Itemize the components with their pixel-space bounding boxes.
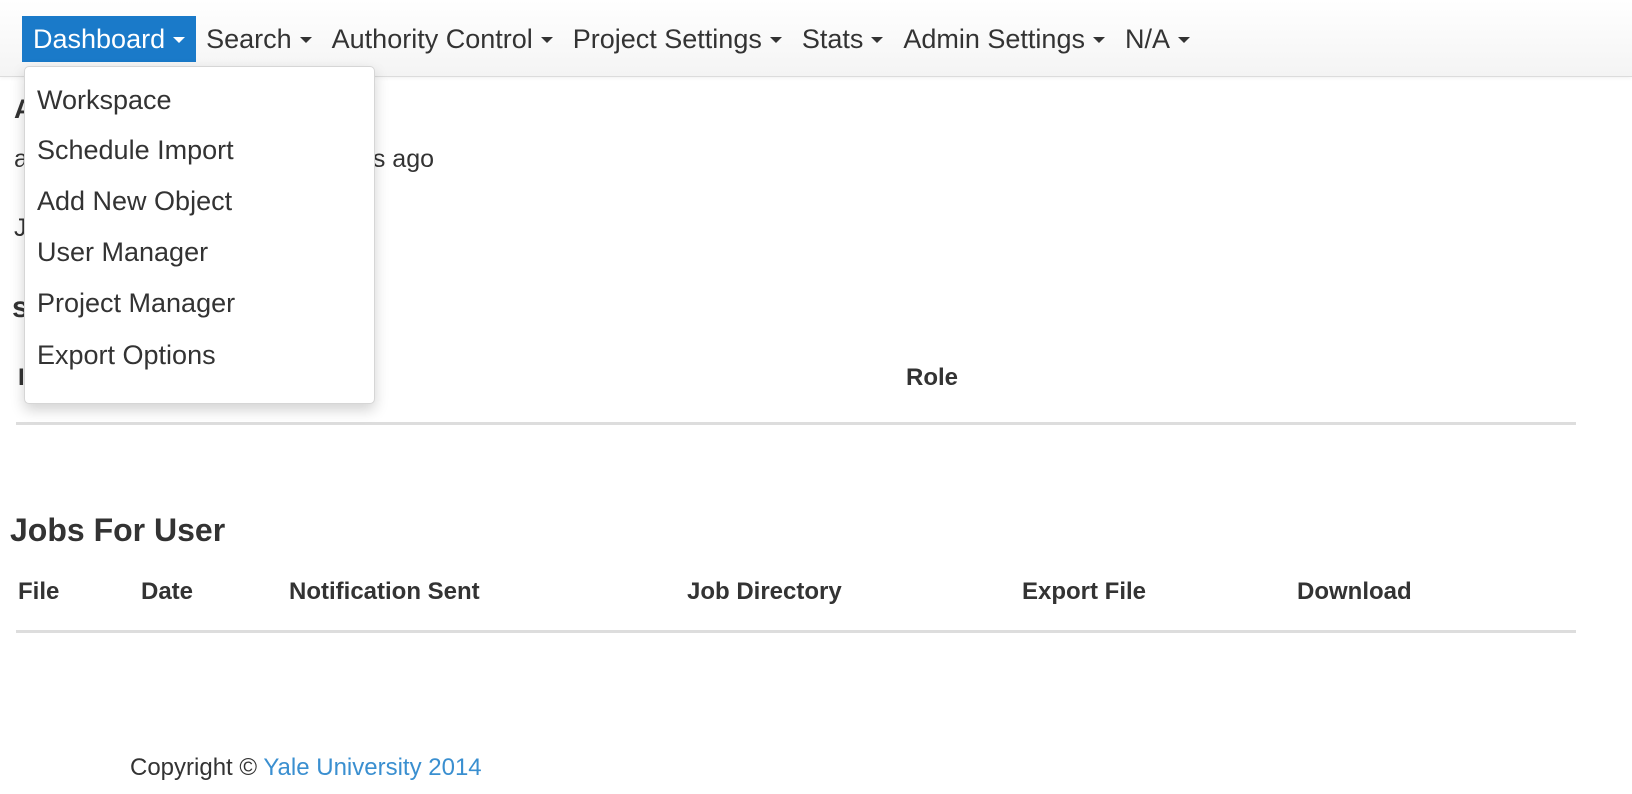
nav-authority-control-label: Authority Control (331, 24, 533, 54)
menu-item-schedule-import[interactable]: Schedule Import (37, 135, 234, 166)
nav-stats[interactable]: Stats (792, 16, 894, 62)
jobs-col-download: Download (1297, 578, 1412, 605)
dashboard-dropdown-menu: Workspace Schedule Import Add New Object… (24, 66, 375, 404)
footer: Copyright © Yale University 2014 (130, 754, 482, 782)
caret-down-icon (299, 37, 312, 43)
projects-table-rule (16, 422, 1576, 425)
footer-yale-link[interactable]: Yale University 2014 (263, 754, 481, 781)
projects-col-role: Role (906, 364, 959, 391)
nav-search[interactable]: Search (196, 16, 322, 62)
nav-menu: Dashboard Search Authority Control Proje… (22, 16, 1200, 62)
caret-down-icon (1177, 37, 1190, 43)
nav-admin-settings-label: Admin Settings (903, 24, 1085, 54)
nav-project-settings-label: Project Settings (572, 24, 762, 54)
nav-na[interactable]: N/A (1115, 16, 1200, 62)
menu-item-user-manager[interactable]: User Manager (37, 237, 208, 268)
caret-down-icon (769, 37, 782, 43)
menu-item-project-manager[interactable]: Project Manager (37, 288, 235, 319)
jobs-col-file: File (18, 578, 60, 605)
jobs-col-notification-sent: Notification Sent (289, 578, 480, 605)
caret-down-icon (173, 37, 186, 43)
nav-project-settings[interactable]: Project Settings (563, 16, 792, 62)
menu-item-add-new-object[interactable]: Add New Object (37, 186, 232, 217)
nav-dashboard[interactable]: Dashboard (22, 16, 197, 62)
nav-stats-label: Stats (801, 24, 864, 54)
nav-admin-settings[interactable]: Admin Settings (893, 16, 1115, 62)
menu-item-workspace[interactable]: Workspace (37, 85, 172, 116)
caret-down-icon (540, 37, 553, 43)
jobs-col-date: Date (141, 578, 194, 605)
nav-search-label: Search (206, 24, 292, 54)
menu-item-export-options[interactable]: Export Options (37, 340, 216, 371)
jobs-col-job-directory: Job Directory (687, 578, 842, 605)
nav-dashboard-label: Dashboard (33, 24, 166, 54)
jobs-col-export-file: Export File (1022, 578, 1147, 605)
caret-down-icon (1092, 37, 1105, 43)
nav-na-label: N/A (1124, 24, 1170, 54)
footer-copyright-text: Copyright © (130, 754, 258, 781)
nav-authority-control[interactable]: Authority Control (322, 16, 563, 62)
jobs-table-rule (16, 630, 1576, 633)
caret-down-icon (871, 37, 884, 43)
jobs-section-title: Jobs For User (10, 512, 226, 548)
